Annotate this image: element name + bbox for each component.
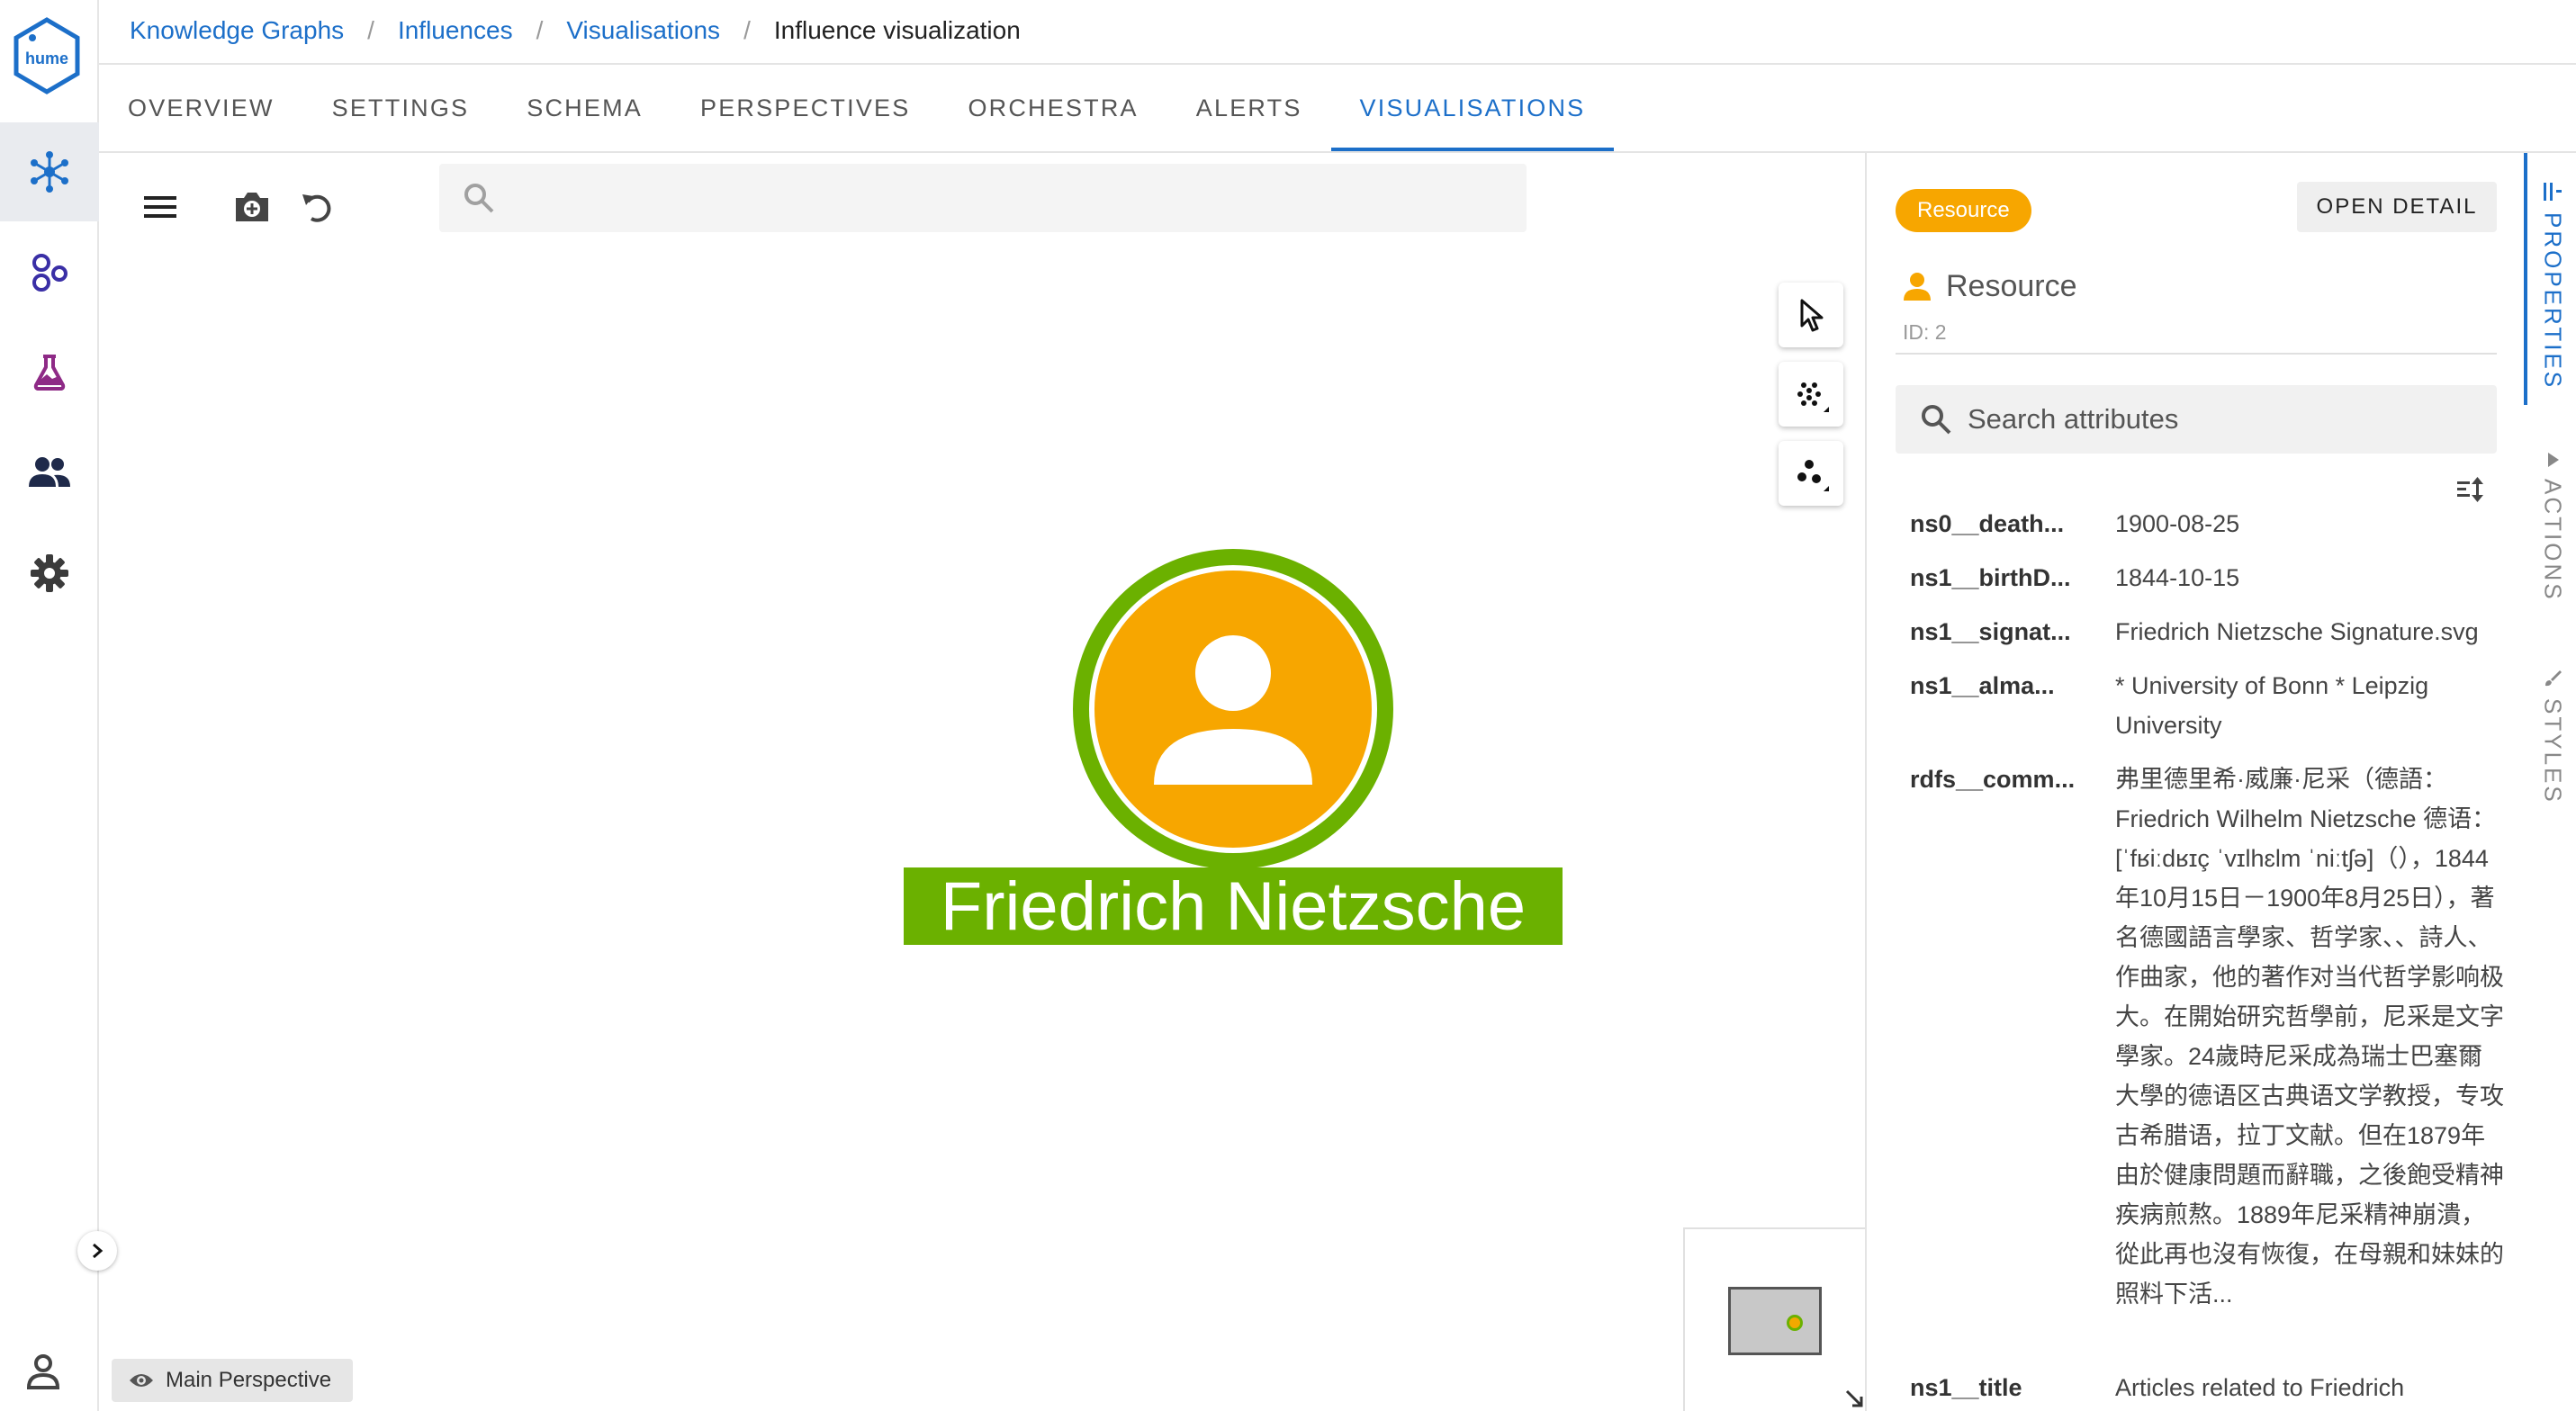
hume-logo-icon: hume [14,17,80,94]
minimap-resize-icon[interactable] [1842,1386,1867,1411]
attribute-key: ns0__death... [1910,510,2065,537]
cluster-tool-button[interactable] [1779,441,1843,506]
tab-bar: OVERVIEW SETTINGS SCHEMA PERSPECTIVES OR… [99,65,1615,151]
attribute-row: ns1__alma... * University of Bonn * Leip… [1910,666,2504,745]
tab-settings[interactable]: SETTINGS [303,65,499,151]
attribute-key: ns1__alma... [1910,672,2055,699]
attribute-row: ns0__death... 1900-08-25 [1910,504,2504,544]
side-tab-label: STYLES [2539,698,2567,804]
resource-divider [1896,353,2497,355]
attribute-row: ns1__birthD... 1844-10-15 [1910,558,2504,598]
scatter-layout-icon [1797,382,1829,412]
breadcrumb-separator: / [367,16,374,44]
attribute-key: rdfs__comm... [1910,766,2076,793]
attribute-value: 1844-10-15 [2115,564,2240,591]
attribute-value: Articles related to Friedrich [2115,1374,2405,1401]
resource-title: Resource [1901,266,2077,306]
rail-item-flask[interactable] [0,322,99,421]
open-detail-button[interactable]: OPEN DETAIL [2297,182,2497,232]
minimap-viewport[interactable] [1728,1287,1822,1355]
tab-schema[interactable]: SCHEMA [498,65,671,151]
hamburger-menu-icon [144,196,176,218]
properties-icon [2544,183,2562,201]
breadcrumb: Knowledge Graphs / Influences / Visualis… [130,13,1021,49]
tab-alerts[interactable]: ALERTS [1167,65,1331,151]
side-tab-styles[interactable]: STYLES [2533,668,2572,804]
side-tab-label: PROPERTIES [2539,212,2567,391]
undo-button[interactable] [290,180,344,234]
graph-node-friedrich-nietzsche[interactable] [1067,544,1399,875]
attribute-key: ns1__birthD... [1910,564,2071,591]
sort-icon[interactable] [2454,473,2486,506]
side-tab-label: ACTIONS [2539,479,2567,602]
perspective-chip[interactable]: Main Perspective [112,1359,354,1402]
graph-network-icon [31,151,68,193]
rail-item-bubbles[interactable] [0,223,99,322]
person-node-icon [1073,549,1393,869]
eye-icon [130,1374,153,1387]
side-tab-active-indicator [2524,153,2527,405]
minimap[interactable] [1683,1227,1867,1411]
tab-visualisations[interactable]: VISUALISATIONS [1330,65,1615,151]
attribute-key: ns1__signat... [1910,618,2071,645]
attribute-row: ns1__signat... Friedrich Nietzsche Signa… [1910,612,2504,652]
chevron-right-icon [93,1243,104,1259]
camera-add-icon [236,193,268,221]
user-account-icon [26,1354,60,1389]
bubbles-icon [32,254,68,292]
rail-item-people[interactable] [0,423,99,522]
attribute-value: * University of Bonn * Leipzig Universit… [2115,672,2429,739]
triangle-icon [2548,453,2559,467]
side-tab-properties[interactable]: PROPERTIES [2533,180,2572,390]
graph-canvas[interactable] [101,153,1865,1411]
cursor-pointer-icon [1800,299,1824,332]
minimap-node [1787,1315,1803,1331]
side-tab-actions[interactable]: ACTIONS [2533,450,2572,602]
search-icon [1922,405,1951,435]
layout-tool-button[interactable] [1779,362,1843,427]
flask-icon [33,355,66,391]
svg-text:hume: hume [25,49,68,67]
left-rail: hume [0,0,99,1411]
resource-title-text: Resource [1946,268,2077,303]
gear-icon [31,554,68,592]
rail-item-graphs[interactable] [0,122,99,221]
hume-logo[interactable]: hume [11,16,83,95]
cluster-icon [1797,460,1829,491]
snapshot-button[interactable] [225,180,279,234]
breadcrumb-visualisations[interactable]: Visualisations [566,16,720,45]
attribute-value: Friedrich Nietzsche Signature.svg [2115,618,2479,645]
graph-search-input[interactable] [513,184,1503,212]
breadcrumb-knowledge-graphs[interactable]: Knowledge Graphs [130,16,344,45]
rail-item-settings[interactable] [0,524,99,623]
undo-icon [302,194,331,222]
menu-button[interactable] [133,180,187,234]
breadcrumb-current: Influence visualization [773,16,1021,44]
tab-perspectives[interactable]: PERSPECTIVES [671,65,939,151]
attribute-value: 弗里德里希·威廉·尼采（德語：Friedrich Wilhelm Nietzsc… [2115,766,2504,1308]
attribute-value: 1900-08-25 [2115,510,2240,537]
resource-id: ID: 2 [1903,320,1947,344]
people-icon [29,457,70,487]
breadcrumb-separator: / [743,16,751,44]
tab-overview[interactable]: OVERVIEW [99,65,303,151]
expand-panel-button[interactable] [77,1231,117,1271]
graph-search-bar[interactable] [439,164,1527,232]
perspective-label: Main Perspective [166,1368,332,1392]
attribute-row: rdfs__comm... 弗里德里希·威廉·尼采（德語：Friedrich W… [1910,759,2504,1314]
breadcrumb-separator: / [536,16,544,44]
tab-orchestra[interactable]: ORCHESTRA [939,65,1166,151]
person-icon [1904,273,1931,301]
attribute-row: ns1__title Articles related to Friedrich [1910,1368,2504,1411]
select-tool-button[interactable] [1779,283,1843,347]
attribute-search-placeholder: Search attributes [1968,403,2179,435]
user-account-button[interactable] [22,1350,65,1393]
breadcrumb-influences[interactable]: Influences [398,16,513,45]
graph-node-label: Friedrich Nietzsche [904,867,1563,945]
attribute-key: ns1__title [1910,1374,2022,1401]
attribute-search-field[interactable]: Search attributes [1896,385,2497,454]
brush-icon [2545,670,2562,687]
search-icon [464,184,494,213]
resource-badge: Resource [1896,189,2031,232]
